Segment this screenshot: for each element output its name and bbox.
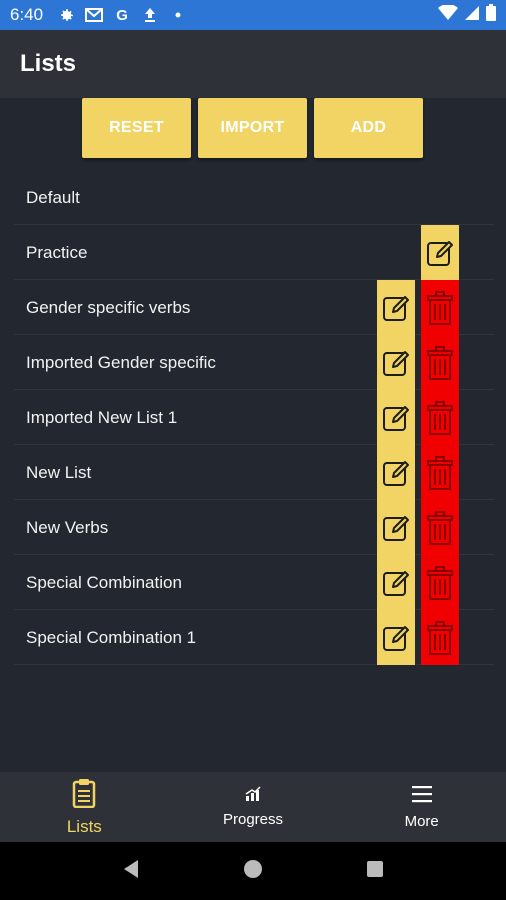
list-name: New Verbs: [26, 518, 109, 537]
home-icon[interactable]: [243, 859, 263, 884]
edit-icon: [381, 513, 411, 543]
edit-icon: [381, 348, 411, 378]
edit-list-button[interactable]: [377, 280, 415, 335]
gear-icon: [57, 6, 75, 24]
list-name: Default: [26, 188, 80, 207]
system-navigation-bar: [0, 842, 506, 900]
list-row[interactable]: Imported New List 1: [14, 390, 494, 445]
google-icon: G: [116, 6, 128, 24]
list-row[interactable]: New List: [14, 445, 494, 500]
list-name: Imported Gender specific: [26, 353, 216, 372]
status-system-icons: [438, 3, 496, 26]
nav-more-label: More: [404, 813, 439, 830]
delete-list-button[interactable]: [421, 500, 459, 555]
list-row[interactable]: Practice: [14, 225, 494, 280]
list-name: Practice: [26, 243, 88, 262]
edit-list-button[interactable]: [377, 500, 415, 555]
trash-icon: [425, 455, 455, 491]
edit-list-button[interactable]: [377, 445, 415, 500]
bottom-navigation: Lists Progress More: [0, 772, 506, 842]
edit-list-button[interactable]: [377, 390, 415, 445]
lists-screen: RESET IMPORT ADD Default Practice Gender s…: [0, 98, 506, 772]
status-notification-icons: G: [57, 6, 187, 24]
chart-icon: [244, 786, 262, 807]
list-row[interactable]: New Verbs: [14, 500, 494, 555]
edit-icon: [381, 458, 411, 488]
word-lists: Default Practice Gender specific verbs Impo…: [14, 170, 494, 665]
nav-progress[interactable]: Progress: [169, 772, 338, 842]
edit-icon: [381, 403, 411, 433]
delete-list-button[interactable]: [421, 555, 459, 610]
trash-icon: [425, 345, 455, 381]
dot-icon: [169, 6, 187, 24]
upload-icon: [141, 6, 159, 24]
add-button[interactable]: ADD: [314, 98, 423, 158]
delete-list-button[interactable]: [421, 280, 459, 335]
battery-icon: [486, 4, 496, 26]
list-row[interactable]: Special Combination 1: [14, 610, 494, 665]
page-title: Lists: [20, 50, 77, 77]
list-name: Special Combination 1: [26, 628, 197, 647]
back-icon[interactable]: [122, 859, 140, 884]
reset-button[interactable]: RESET: [82, 98, 191, 158]
list-row[interactable]: Special Combination: [14, 555, 494, 610]
nav-lists[interactable]: Lists: [0, 772, 169, 842]
trash-icon: [425, 565, 455, 601]
action-buttons: RESET IMPORT ADD: [82, 98, 423, 158]
delete-list-button[interactable]: [421, 390, 459, 445]
status-bar: 6:40 G: [0, 0, 506, 30]
trash-icon: [425, 290, 455, 326]
import-button[interactable]: IMPORT: [198, 98, 307, 158]
list-name: Imported New List 1: [26, 408, 178, 427]
clipboard-icon: [72, 778, 96, 813]
recents-icon[interactable]: [366, 860, 384, 883]
delete-list-button[interactable]: [421, 445, 459, 500]
gmail-icon: [85, 6, 104, 24]
list-row[interactable]: Default: [14, 170, 494, 225]
trash-icon: [425, 510, 455, 546]
edit-list-button[interactable]: [377, 335, 415, 390]
wifi-icon: [438, 3, 458, 26]
list-name: New List: [26, 463, 92, 482]
edit-icon: [381, 293, 411, 323]
app-bar: Lists: [0, 30, 506, 98]
edit-icon: [381, 623, 411, 653]
list-row[interactable]: Gender specific verbs: [14, 280, 494, 335]
edit-icon: [381, 568, 411, 598]
list-name: Special Combination: [26, 573, 182, 592]
delete-list-button[interactable]: [421, 610, 459, 665]
list-name: Gender specific verbs: [26, 298, 191, 317]
nav-lists-label: Lists: [66, 816, 102, 836]
trash-icon: [425, 620, 455, 656]
edit-icon: [425, 238, 455, 268]
edit-list-button[interactable]: [421, 225, 459, 280]
list-row[interactable]: Imported Gender specific: [14, 335, 494, 390]
edit-list-button[interactable]: [377, 610, 415, 665]
nav-more[interactable]: More: [337, 772, 506, 842]
menu-icon: [411, 784, 433, 809]
signal-icon: [464, 5, 480, 26]
delete-list-button[interactable]: [421, 335, 459, 390]
edit-list-button[interactable]: [377, 555, 415, 610]
status-time: 6:40: [10, 5, 44, 24]
nav-progress-label: Progress: [222, 811, 284, 828]
trash-icon: [425, 400, 455, 436]
